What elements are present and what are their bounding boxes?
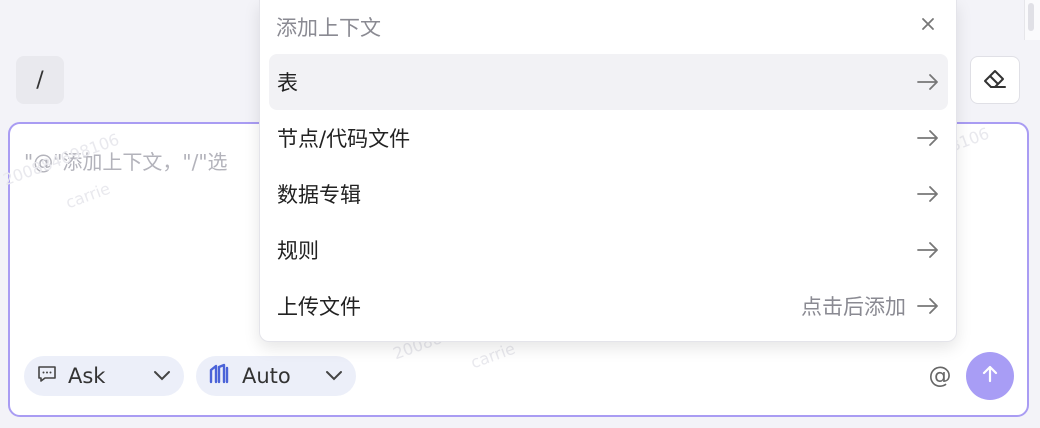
send-button[interactable]: [966, 352, 1014, 400]
mode-selector[interactable]: Ask: [24, 356, 184, 396]
scrollbar[interactable]: [1024, 0, 1040, 40]
watermark-text: carrie: [468, 338, 518, 373]
eraser-icon: [982, 67, 1008, 93]
chat-bubble-icon: [36, 364, 58, 389]
add-context-menu: 添加上下文 表 节点/代码文件 数据专辑 规则 上传文件 点击后添加: [259, 0, 957, 342]
arrow-right-icon: [916, 129, 940, 147]
slash-label: /: [36, 67, 44, 93]
menu-item-table[interactable]: 表: [269, 54, 948, 110]
menu-item-label: 节点/代码文件: [277, 127, 411, 151]
chevron-down-icon: [152, 370, 172, 382]
at-icon: @: [928, 363, 952, 389]
mode-label: Ask: [68, 364, 106, 388]
menu-item-label: 上传文件: [277, 295, 361, 319]
arrow-right-icon: [916, 73, 940, 91]
model-label: Auto: [242, 364, 291, 388]
arrow-up-icon: [979, 363, 1001, 389]
menu-item-upload-file[interactable]: 上传文件 点击后添加: [269, 278, 948, 334]
menu-item-rules[interactable]: 规则: [269, 222, 948, 278]
arrow-right-icon: [916, 241, 940, 259]
arrow-right-icon: [916, 185, 940, 203]
chevron-down-icon: [324, 370, 344, 382]
close-icon: [920, 16, 936, 36]
mention-button[interactable]: @: [925, 356, 955, 396]
scrollbar-thumb[interactable]: [1028, 3, 1034, 31]
menu-item-label: 表: [277, 71, 298, 95]
model-selector[interactable]: Auto: [196, 356, 356, 396]
close-button[interactable]: [916, 14, 940, 38]
menu-item-hint: 点击后添加: [801, 295, 906, 319]
watermark-text: carrie: [63, 178, 113, 213]
slash-command-chip[interactable]: /: [16, 56, 64, 104]
menu-item-label: 规则: [277, 239, 319, 263]
clear-button[interactable]: [970, 56, 1020, 104]
menu-item-node-code-file[interactable]: 节点/代码文件: [269, 110, 948, 166]
menu-title: 添加上下文: [276, 16, 381, 40]
model-logo-icon: [208, 362, 232, 391]
menu-item-data-album[interactable]: 数据专辑: [269, 166, 948, 222]
menu-item-label: 数据专辑: [277, 183, 361, 207]
arrow-right-icon: [916, 297, 940, 315]
